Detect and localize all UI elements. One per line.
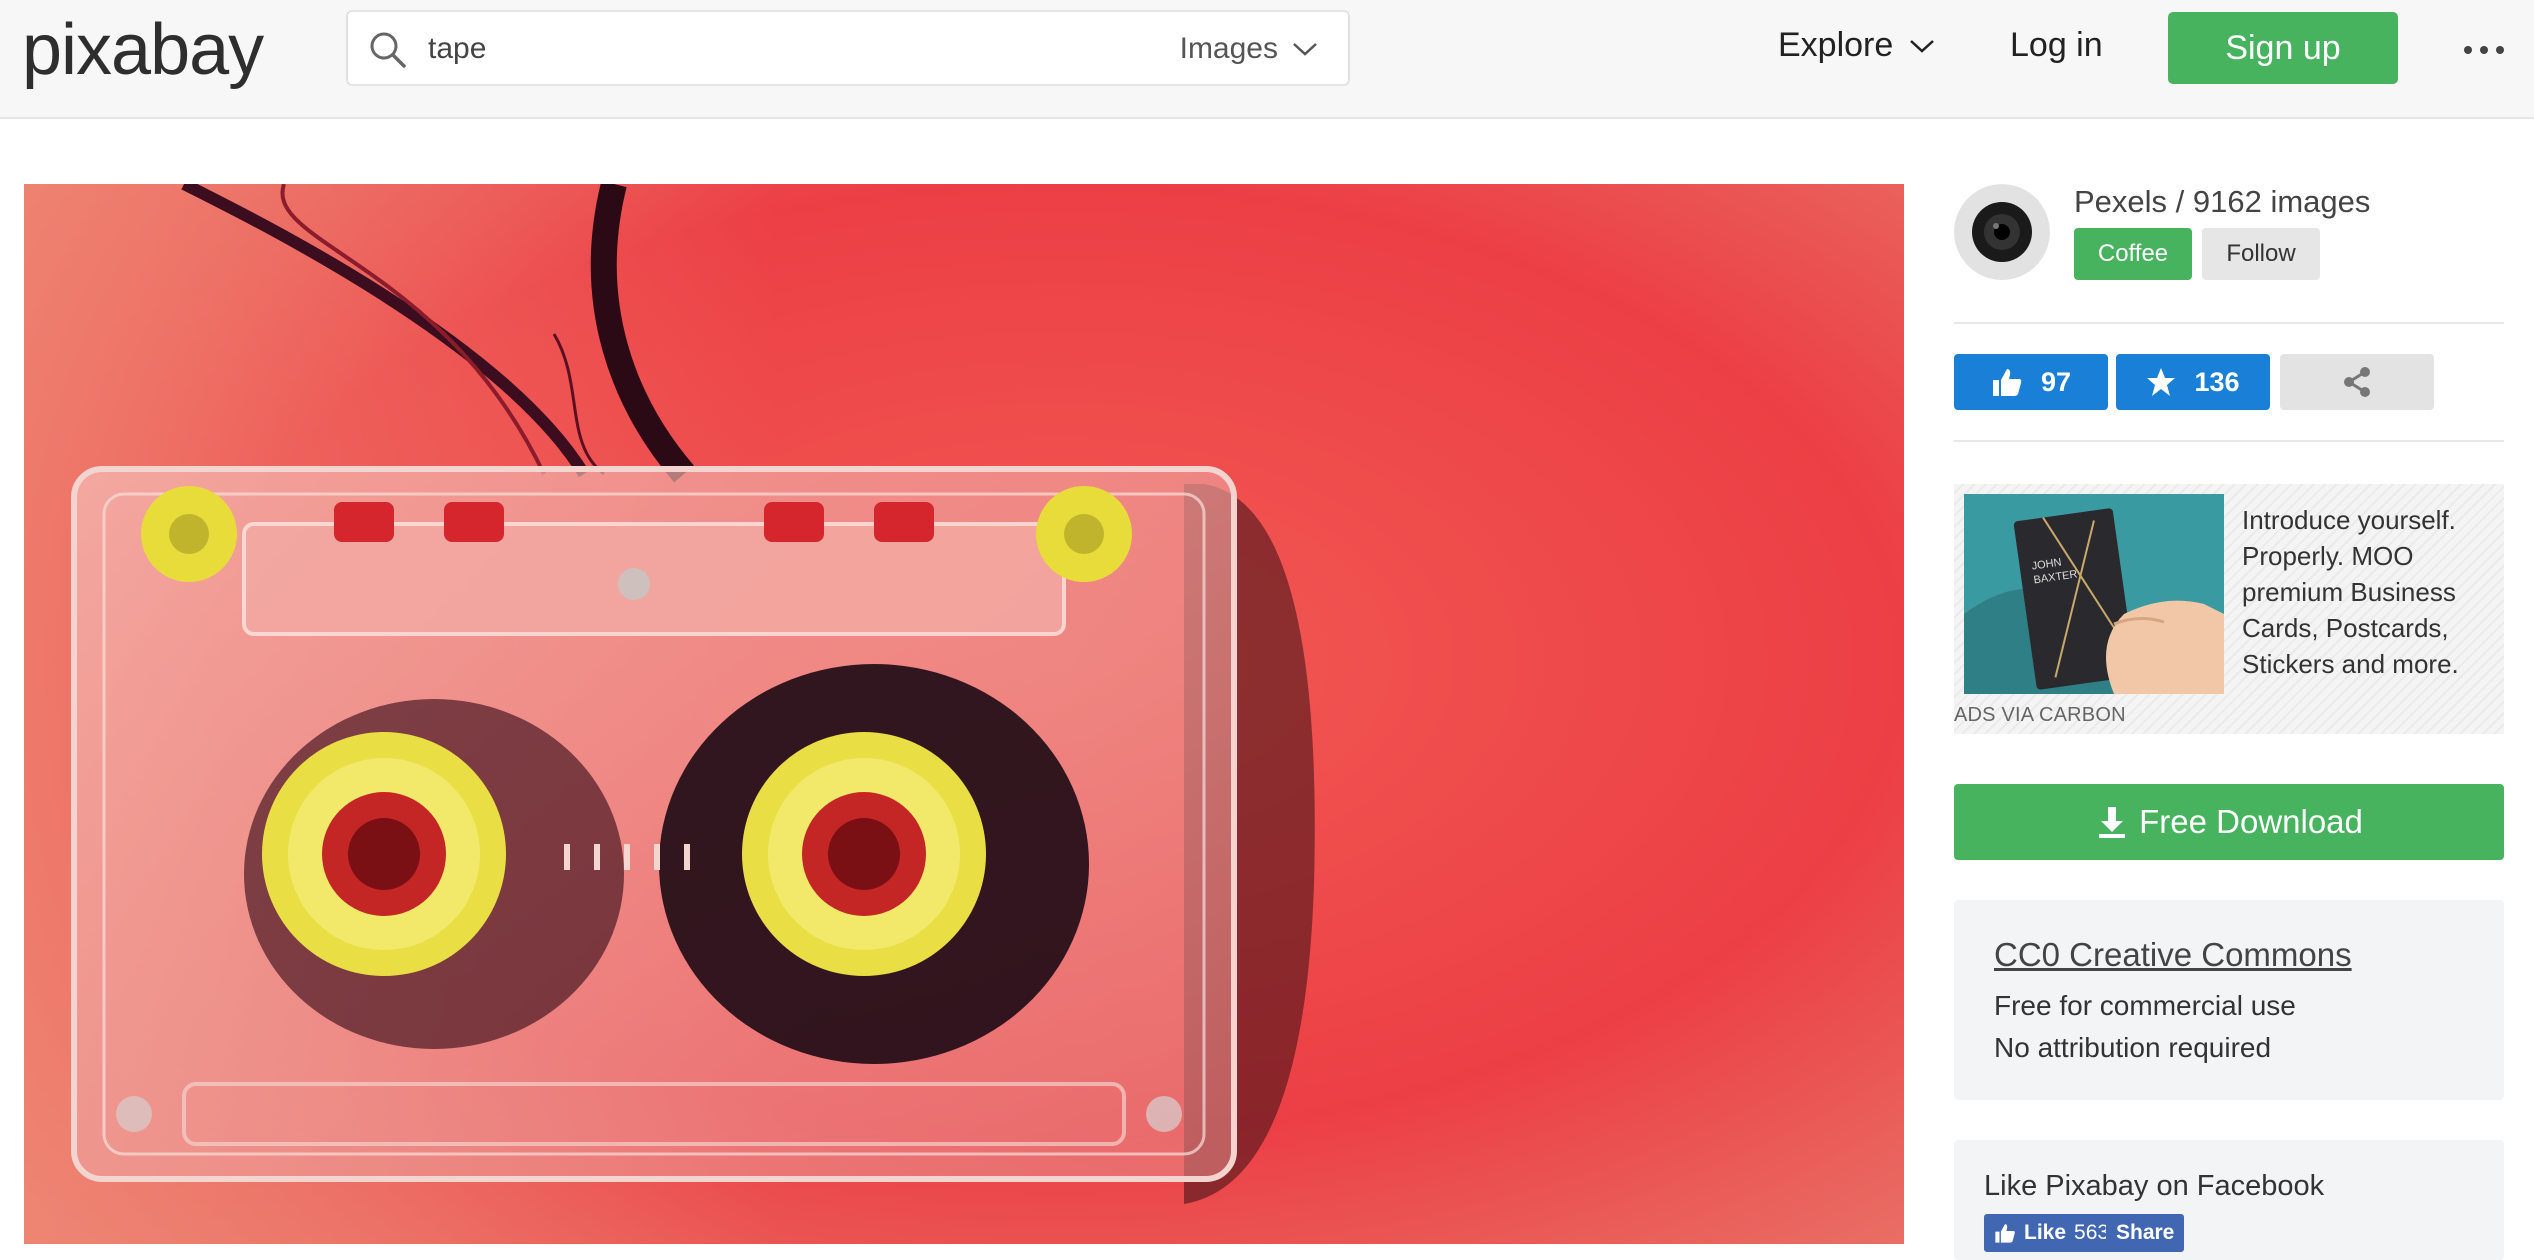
coffee-button[interactable]: Coffee <box>2074 228 2192 280</box>
license-box: CC0 Creative Commons Free for commercial… <box>1954 900 2504 1100</box>
share-button[interactable] <box>2280 354 2434 410</box>
search-icon[interactable] <box>366 28 410 72</box>
thumbs-up-icon <box>1995 1224 2015 1243</box>
business-card-ad-image: JOHN BAXTER <box>1964 494 2224 694</box>
like-count: 97 <box>2040 366 2072 397</box>
download-label: Free Download <box>2139 803 2363 840</box>
ad-text[interactable]: Introduce yourself. Properly. MOO premiu… <box>2242 502 2494 682</box>
follow-button[interactable]: Follow <box>2202 228 2320 280</box>
favorite-count: 136 <box>2194 366 2240 397</box>
thumbs-up-icon <box>1992 369 2022 396</box>
license-attribution: No attribution required <box>1994 1032 2272 1063</box>
facebook-like-label: Like <box>2024 1221 2067 1244</box>
facebook-widget: Like Pixabay on Facebook Like 563K Share <box>1954 1140 2504 1260</box>
like-button[interactable]: 97 <box>1954 354 2108 410</box>
divider <box>1954 440 2504 442</box>
camera-lens-icon <box>1954 184 2050 280</box>
cassette-photo-image <box>24 184 1904 1244</box>
carbon-ad: JOHN BAXTER Introduce yourself. Properly… <box>1954 484 2504 734</box>
signup-button[interactable]: Sign up <box>2168 12 2398 84</box>
user-avatar[interactable] <box>1954 184 2050 280</box>
license-commercial: Free for commercial use <box>1994 990 2296 1021</box>
main-photo[interactable] <box>24 184 1904 1244</box>
facebook-share-button[interactable]: Share <box>2106 1214 2185 1252</box>
nav-explore[interactable]: Explore <box>1778 26 1935 65</box>
favorite-button[interactable]: 136 <box>2116 354 2270 410</box>
nav-explore-label: Explore <box>1778 26 1894 64</box>
user-name-and-count[interactable]: Pexels / 9162 images <box>2074 184 2370 220</box>
license-link[interactable]: CC0 Creative Commons <box>1994 936 2352 974</box>
search-type-label: Images <box>1179 32 1278 65</box>
star-icon <box>2147 368 2176 396</box>
ads-via-carbon-link[interactable]: ADS VIA CARBON <box>1954 704 2126 727</box>
login-link[interactable]: Log in <box>2010 26 2103 65</box>
search-bar[interactable]: tape Images <box>346 10 1350 86</box>
pixabay-logo[interactable]: pixabay <box>22 10 264 90</box>
chevron-down-icon <box>1293 43 1317 56</box>
chevron-down-icon <box>1910 39 1935 53</box>
share-icon <box>2344 367 2370 397</box>
top-header: pixabay tape Images Explore Log in Sign … <box>0 0 2534 119</box>
divider <box>1954 322 2504 324</box>
facebook-title: Like Pixabay on Facebook <box>1984 1170 2325 1202</box>
search-input[interactable]: tape <box>428 32 486 66</box>
more-menu-icon[interactable] <box>2462 30 2506 70</box>
download-icon <box>2099 807 2126 838</box>
search-type-dropdown[interactable]: Images <box>1180 32 1318 66</box>
free-download-button[interactable]: Free Download <box>1954 784 2504 860</box>
ad-image[interactable]: JOHN BAXTER <box>1964 494 2224 694</box>
